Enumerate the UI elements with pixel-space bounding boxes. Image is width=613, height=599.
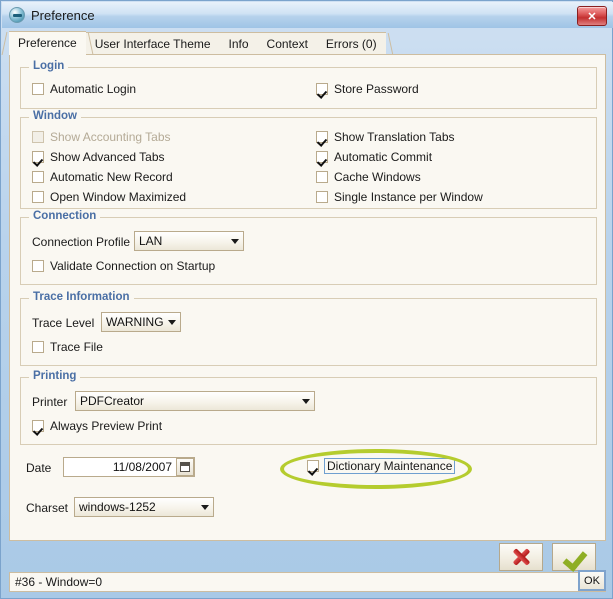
tab-info[interactable]: Info <box>219 32 258 55</box>
connection-profile-label: Connection Profile <box>32 235 131 249</box>
tab-user-interface-theme[interactable]: User Interface Theme <box>85 32 220 55</box>
checkbox-trace-file[interactable]: Trace File <box>32 340 103 354</box>
group-trace-title: Trace Information <box>29 291 134 303</box>
group-printing: Printing Printer PDFCreator Always Previ… <box>20 370 597 445</box>
checkbox-automatic-new-record[interactable]: Automatic New Record <box>32 170 173 184</box>
charset-select[interactable]: windows-1252 <box>74 497 214 517</box>
checkbox-store-password[interactable]: Store Password <box>316 82 419 96</box>
group-trace-information: Trace Information Trace Level WARNING Tr… <box>20 291 597 366</box>
preference-icon <box>9 7 25 23</box>
calendar-icon[interactable] <box>176 458 194 476</box>
group-window: Window Show Accounting Tabs Show Transla… <box>20 110 597 209</box>
chevron-down-icon <box>298 398 314 404</box>
tab-preference[interactable]: Preference <box>9 31 86 55</box>
ok-button[interactable] <box>552 543 596 571</box>
close-icon[interactable]: ✕ <box>577 6 607 26</box>
printer-select[interactable]: PDFCreator <box>75 391 315 411</box>
checkbox-box <box>32 83 44 95</box>
cancel-button[interactable] <box>499 543 543 571</box>
checkbox-label: Automatic Login <box>50 82 137 96</box>
group-login: Login Automatic Login Store Password <box>20 60 597 109</box>
checkbox-cache-windows[interactable]: Cache Windows <box>316 170 421 184</box>
trace-level-select[interactable]: WARNING <box>101 312 181 332</box>
checkbox-box <box>316 171 328 183</box>
tab-errors[interactable]: Errors (0) <box>316 32 386 55</box>
group-window-title: Window <box>29 110 81 122</box>
checkbox-box <box>32 341 44 353</box>
checkbox-box <box>316 151 328 163</box>
preference-window: Preference ✕ Preference User Interface T… <box>0 0 613 599</box>
tab-bar: Preference User Interface Theme Info Con… <box>9 31 606 55</box>
checkbox-label: Automatic Commit <box>334 150 433 164</box>
charset-value: windows-1252 <box>79 500 156 514</box>
date-input[interactable]: 11/08/2007 <box>63 457 195 477</box>
checkbox-label: Validate Connection on Startup <box>50 259 216 273</box>
check-icon <box>565 552 583 563</box>
checkbox-label: Show Accounting Tabs <box>50 130 171 144</box>
printer-value: PDFCreator <box>80 394 145 408</box>
charset-label: Charset <box>26 501 69 515</box>
chevron-down-icon <box>197 504 213 510</box>
trace-level-value: WARNING <box>106 315 164 329</box>
checkbox-validate-connection-on-startup[interactable]: Validate Connection on Startup <box>32 259 215 273</box>
connection-profile-select[interactable]: LAN <box>134 231 244 251</box>
tab-context[interactable]: Context <box>257 32 317 55</box>
checkbox-show-translation-tabs[interactable]: Show Translation Tabs <box>316 130 455 144</box>
checkbox-box <box>32 420 44 432</box>
checkbox-always-preview-print[interactable]: Always Preview Print <box>32 419 162 433</box>
checkbox-automatic-login[interactable]: Automatic Login <box>32 82 136 96</box>
group-connection: Connection Connection Profile LAN Valida… <box>20 210 597 285</box>
date-value: 11/08/2007 <box>112 460 172 474</box>
dialog-button-bar <box>9 541 606 573</box>
status-ok-indicator[interactable]: OK <box>578 570 606 591</box>
window-title: Preference <box>31 7 95 23</box>
status-bar: #36 - Window=0 OK <box>9 570 606 592</box>
group-connection-title: Connection <box>29 210 101 222</box>
checkbox-box <box>307 460 319 472</box>
checkbox-open-window-maximized[interactable]: Open Window Maximized <box>32 190 186 204</box>
checkbox-box <box>316 83 328 95</box>
chevron-down-icon <box>164 319 180 325</box>
trace-level-label: Trace Level <box>32 316 95 330</box>
checkbox-show-advanced-tabs[interactable]: Show Advanced Tabs <box>32 150 165 164</box>
checkbox-show-accounting-tabs[interactable]: Show Accounting Tabs <box>32 130 171 144</box>
checkbox-box <box>316 191 328 203</box>
checkbox-dictionary-maintenance[interactable]: Dictionary Maintenance <box>307 458 456 474</box>
checkbox-box <box>32 171 44 183</box>
checkbox-label: Open Window Maximized <box>50 190 187 204</box>
preference-panel: Login Automatic Login Store Password Win… <box>9 54 606 541</box>
checkbox-label: Show Translation Tabs <box>334 130 455 144</box>
checkbox-label: Store Password <box>334 82 419 96</box>
status-text: #36 - Window=0 <box>15 575 103 589</box>
checkbox-single-instance-per-window[interactable]: Single Instance per Window <box>316 190 483 204</box>
date-label: Date <box>26 461 52 475</box>
checkbox-automatic-commit[interactable]: Automatic Commit <box>316 150 432 164</box>
group-login-title: Login <box>29 60 69 72</box>
cancel-icon <box>512 548 530 566</box>
checkbox-label: Single Instance per Window <box>334 190 483 204</box>
checkbox-box <box>32 131 44 143</box>
window-titlebar: Preference ✕ <box>2 2 613 28</box>
connection-profile-value: LAN <box>139 234 163 248</box>
checkbox-label: Show Advanced Tabs <box>50 150 165 164</box>
printer-label: Printer <box>32 395 68 409</box>
chevron-down-icon <box>227 238 243 244</box>
checkbox-label: Always Preview Print <box>50 419 163 433</box>
checkbox-box <box>32 151 44 163</box>
checkbox-label: Cache Windows <box>334 170 421 184</box>
checkbox-box <box>316 131 328 143</box>
checkbox-label: Automatic New Record <box>50 170 173 184</box>
checkbox-label: Dictionary Maintenance <box>324 458 456 474</box>
checkbox-box <box>32 191 44 203</box>
checkbox-label: Trace File <box>50 340 103 354</box>
checkbox-box <box>32 260 44 272</box>
group-printing-title: Printing <box>29 370 81 382</box>
